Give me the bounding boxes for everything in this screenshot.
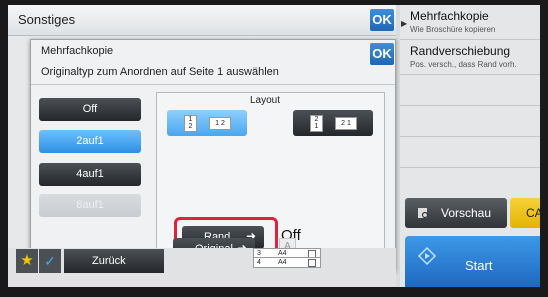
start-button[interactable]: Start bbox=[405, 236, 540, 287]
divider bbox=[31, 84, 395, 85]
right-panel-item-randverschiebung[interactable]: Randverschiebung Pos. versch., dass Rand… bbox=[400, 40, 540, 75]
right-panel-item-subtitle: Pos. versch., dass Rand vorh. bbox=[410, 60, 517, 69]
preview-icon bbox=[418, 208, 429, 219]
star-icon[interactable]: ★ bbox=[16, 249, 38, 273]
right-panel-empty-row bbox=[400, 137, 540, 168]
layout-1-2-vertical-icon: 12 bbox=[184, 115, 197, 132]
ca-label: CA bbox=[526, 206, 540, 220]
background-ok-button[interactable]: OK bbox=[370, 9, 394, 31]
right-panel-empty-row bbox=[400, 106, 540, 137]
dialog-ok-button[interactable]: OK bbox=[370, 43, 394, 65]
start-label: Start bbox=[465, 258, 493, 273]
preview-button[interactable]: Vorschau bbox=[405, 198, 507, 228]
layout-2-1-button[interactable]: 21 2 1 bbox=[293, 110, 373, 136]
ca-button[interactable]: CA bbox=[510, 198, 540, 228]
right-panel-item-title: Randverschiebung bbox=[410, 44, 511, 58]
dialog-title: Mehrfachkopie bbox=[41, 45, 114, 57]
tray-icon bbox=[308, 259, 316, 267]
back-label: Zurück bbox=[92, 255, 126, 267]
layout-1-2-horizontal-icon: 1 2 bbox=[209, 117, 231, 130]
option-off-button[interactable]: Off bbox=[39, 98, 141, 121]
right-panel-item-mehrfachkopie[interactable]: ▶ Mehrfachkopie Wie Broschüre kopieren bbox=[400, 5, 540, 40]
right-panel-item-title: Mehrfachkopie bbox=[410, 9, 489, 23]
layout-1-2-button[interactable]: 12 1 2 bbox=[167, 110, 247, 136]
background-title-bar: Sonstiges bbox=[8, 5, 396, 36]
right-panel-empty-row bbox=[400, 75, 540, 106]
device-frame: Sonstiges OK ▶ Mehrfachkopie Wie Broschü… bbox=[0, 0, 548, 297]
layout-2-1-vertical-icon: 21 bbox=[310, 115, 323, 132]
touch-screen: Sonstiges OK ▶ Mehrfachkopie Wie Broschü… bbox=[8, 5, 540, 287]
play-icon: ▶ bbox=[401, 19, 408, 28]
preview-label: Vorschau bbox=[441, 206, 492, 220]
dialog-instruction: Originaltyp zum Anordnen auf Seite 1 aus… bbox=[41, 66, 279, 78]
right-panel-item-subtitle: Wie Broschüre kopieren bbox=[410, 25, 496, 34]
start-icon bbox=[417, 246, 437, 266]
check-icon[interactable]: ✓ bbox=[39, 249, 61, 273]
layout-label: Layout bbox=[250, 95, 281, 106]
background-title: Sonstiges bbox=[18, 12, 76, 27]
back-button[interactable]: Zurück bbox=[64, 249, 164, 273]
tray-status-4: 4 A4 bbox=[253, 257, 321, 268]
option-2auf1-button[interactable]: 2auf1 bbox=[39, 130, 141, 153]
option-4auf1-button[interactable]: 4auf1 bbox=[39, 163, 141, 186]
option-8auf1-button: 8auf1 bbox=[39, 194, 141, 217]
layout-2-1-horizontal-icon: 2 1 bbox=[335, 117, 357, 130]
multi-copy-dialog: Mehrfachkopie OK Originaltyp zum Anordne… bbox=[30, 39, 396, 271]
